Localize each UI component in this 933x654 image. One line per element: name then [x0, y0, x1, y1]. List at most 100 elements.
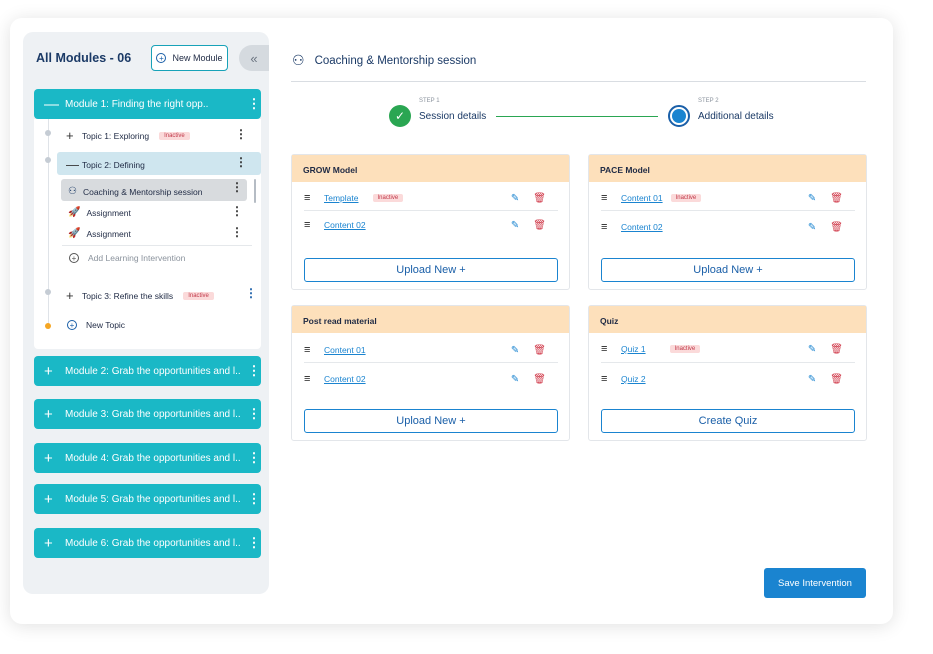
upload-new-button[interactable]: Upload New + — [304, 258, 558, 282]
timeline-line — [48, 119, 49, 329]
trash-icon[interactable]: 🗑 — [830, 374, 843, 385]
content-link[interactable]: Template — [324, 193, 359, 203]
trash-icon[interactable]: 🗑 — [830, 222, 843, 233]
topic-label: Topic 1: Exploring — [82, 130, 150, 141]
divider — [304, 362, 558, 363]
step-1-label[interactable]: Session details — [419, 111, 486, 122]
more-vertical-icon[interactable]: ⋮ — [235, 155, 247, 169]
topic-3[interactable]: + Topic 3: Refine the skills Inactive — [66, 288, 214, 303]
more-vertical-icon[interactable]: ⋮ — [247, 491, 261, 507]
content-link[interactable]: Content 02 — [324, 220, 366, 230]
list-item: ≡ Quiz 1 Inactive ✎ 🗑 — [601, 343, 855, 355]
drag-handle-icon[interactable]: ≡ — [601, 373, 621, 385]
people-icon: ⚇ — [68, 186, 77, 197]
content-link[interactable]: Content 01 — [621, 193, 663, 203]
drag-handle-icon[interactable]: ≡ — [601, 221, 621, 233]
save-intervention-button[interactable]: Save Intervention — [764, 568, 866, 598]
drag-handle-icon[interactable]: ≡ — [304, 192, 324, 204]
page-title: ⚇ Coaching & Mentorship session — [292, 52, 476, 69]
quiz-link[interactable]: Quiz 2 — [621, 374, 646, 384]
content-link[interactable]: Content 02 — [324, 374, 366, 384]
plus-circle-icon: + — [156, 53, 167, 63]
sub-item-assignment[interactable]: 🚀 Assignment — [68, 228, 131, 239]
create-quiz-button[interactable]: Create Quiz — [601, 409, 855, 433]
drag-handle-icon[interactable]: ≡ — [601, 192, 621, 204]
edit-icon[interactable]: ✎ — [511, 345, 519, 356]
collapse-sidebar-button[interactable]: « — [239, 45, 269, 71]
topic-2[interactable]: — Topic 2: Defining — [66, 157, 145, 172]
module-3-header[interactable]: + Module 3: Grab the opportunities and l.… — [34, 399, 261, 429]
module-6-header[interactable]: + Module 6: Grab the opportunities and l.… — [34, 528, 261, 558]
trash-icon[interactable]: 🗑 — [830, 193, 843, 204]
content-link[interactable]: Content 01 — [324, 345, 366, 355]
more-vertical-icon[interactable]: ⋮ — [231, 180, 243, 194]
sub-item-label: Coaching & Mentorship session — [82, 186, 203, 197]
step-2-indicator — [668, 105, 690, 127]
add-learning-intervention-button[interactable]: + Add Learning Intervention — [69, 253, 185, 263]
more-vertical-icon[interactable]: ⋮ — [231, 225, 243, 239]
edit-icon[interactable]: ✎ — [511, 193, 519, 204]
new-module-button[interactable]: + New Module — [151, 45, 228, 71]
topic-1[interactable]: + Topic 1: Exploring Inactive — [66, 128, 190, 143]
drag-handle-icon[interactable]: ≡ — [304, 344, 324, 356]
status-badge: Inactive — [183, 291, 214, 300]
panel-post-read: Post read material ≡ Content 01 ✎ 🗑 ≡ Con… — [291, 305, 570, 441]
trash-icon[interactable]: 🗑 — [533, 374, 546, 385]
divider — [304, 210, 558, 211]
panel-title: Quiz — [589, 306, 866, 333]
upload-new-button[interactable]: Upload New + — [601, 258, 855, 282]
status-badge: Inactive — [159, 131, 190, 140]
module-2-header[interactable]: + Module 2: Grab the opportunities and l.… — [34, 356, 261, 386]
more-vertical-icon[interactable]: ⋮ — [247, 450, 261, 466]
list-item: ≡ Content 02 ✎ 🗑 — [304, 219, 558, 231]
list-item: ≡ Quiz 2 ✎ 🗑 — [601, 373, 855, 385]
status-badge: Inactive — [669, 345, 701, 353]
plus-icon: + — [66, 128, 74, 143]
drag-handle-icon[interactable]: ≡ — [304, 219, 324, 231]
step-2-label[interactable]: Additional details — [698, 111, 774, 122]
step-connector — [496, 116, 658, 117]
edit-icon[interactable]: ✎ — [808, 374, 816, 385]
trash-icon[interactable]: 🗑 — [533, 345, 546, 356]
scrollbar[interactable] — [254, 179, 256, 203]
new-topic-label: New Topic — [86, 320, 126, 330]
module-label: Module 2: Grab the opportunities and l.. — [65, 365, 241, 377]
more-vertical-icon[interactable]: ⋮ — [247, 363, 261, 379]
new-topic-button[interactable]: + New Topic — [67, 320, 125, 330]
trash-icon[interactable]: 🗑 — [533, 193, 546, 204]
step-1-number: STEP 1 — [419, 98, 440, 104]
sub-item-label: Assignment — [86, 207, 131, 218]
more-vertical-icon[interactable]: ⋮ — [245, 286, 257, 300]
edit-icon[interactable]: ✎ — [808, 193, 816, 204]
edit-icon[interactable]: ✎ — [808, 344, 816, 355]
more-vertical-icon[interactable]: ⋮ — [235, 127, 247, 141]
panel-grow-model: GROW Model ≡ Template Inactive ✎ 🗑 ≡ Cont… — [291, 154, 570, 290]
drag-handle-icon[interactable]: ≡ — [601, 343, 621, 355]
edit-icon[interactable]: ✎ — [511, 374, 519, 385]
sub-item-coaching[interactable]: ⚇ Coaching & Mentorship session — [68, 186, 203, 197]
edit-icon[interactable]: ✎ — [808, 222, 816, 233]
topic-label: Topic 2: Defining — [82, 159, 145, 170]
module-label: Module 4: Grab the opportunities and l.. — [65, 452, 241, 464]
content-link[interactable]: Content 02 — [621, 222, 663, 232]
more-vertical-icon[interactable]: ⋮ — [247, 96, 261, 112]
more-vertical-icon[interactable]: ⋮ — [231, 204, 243, 218]
quiz-link[interactable]: Quiz 1 — [621, 344, 646, 354]
trash-icon[interactable]: 🗑 — [830, 344, 843, 355]
module-4-header[interactable]: + Module 4: Grab the opportunities and l.… — [34, 443, 261, 473]
sub-item-assignment[interactable]: 🚀 Assignment — [68, 207, 131, 218]
drag-handle-icon[interactable]: ≡ — [304, 373, 324, 385]
list-item: ≡ Template Inactive ✎ 🗑 — [304, 192, 558, 204]
status-badge: Inactive — [670, 194, 702, 202]
divider — [601, 210, 855, 211]
more-vertical-icon[interactable]: ⋮ — [247, 535, 261, 551]
check-icon: ✓ — [389, 105, 411, 127]
edit-icon[interactable]: ✎ — [511, 220, 519, 231]
panel-title: GROW Model — [292, 155, 569, 182]
panel-title: PACE Model — [589, 155, 866, 182]
more-vertical-icon[interactable]: ⋮ — [247, 406, 261, 422]
module-5-header[interactable]: + Module 5: Grab the opportunities and l.… — [34, 484, 261, 514]
trash-icon[interactable]: 🗑 — [533, 220, 546, 231]
module-1-header[interactable]: — Module 1: Finding the right opp.. ⋮ — [34, 89, 261, 119]
upload-new-button[interactable]: Upload New + — [304, 409, 558, 433]
